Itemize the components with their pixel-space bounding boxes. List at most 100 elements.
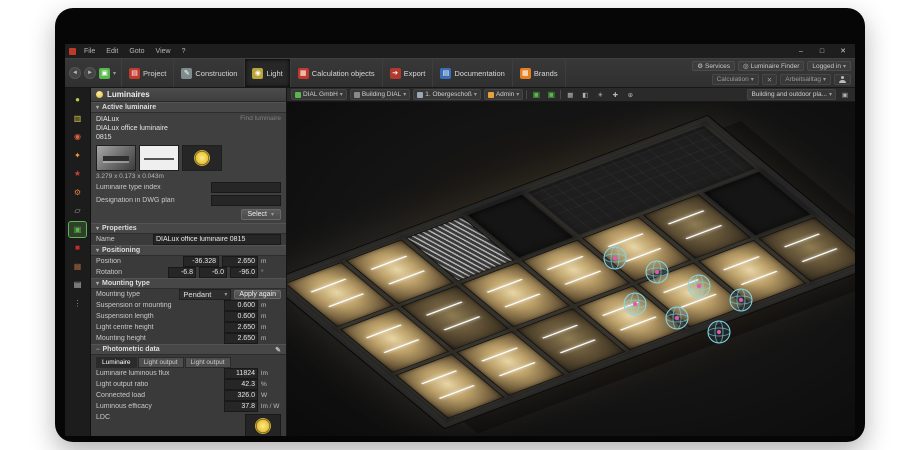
luminaire-select-icon[interactable]: ▣ <box>68 220 87 238</box>
daylight-icon[interactable]: ☀ <box>594 89 606 100</box>
fullscreen-icon[interactable]: ▣ <box>839 89 851 100</box>
forward-icon[interactable]: ► <box>84 67 96 79</box>
scene-icon[interactable]: ✦ <box>69 148 86 163</box>
minimize-button[interactable]: – <box>793 48 809 55</box>
wrench-icon[interactable]: ⚙ <box>69 185 86 200</box>
connected-load-label: Connected load <box>96 392 146 400</box>
measure-icon[interactable]: ▱ <box>69 203 86 218</box>
luminaire-finder-label: Luminaire Finder <box>750 62 800 70</box>
properties-header[interactable]: ▾ Properties <box>91 223 286 235</box>
building-dropdown[interactable]: Building DIAL ▾ <box>349 89 411 100</box>
tab-construction[interactable]: ✎ Construction <box>174 59 246 87</box>
documentation-label: Documentation <box>454 68 505 78</box>
luminaire-finder-button[interactable]: ◎ Luminaire Finder <box>737 61 805 71</box>
home-caret-icon[interactable]: ▾ <box>113 70 116 77</box>
calculation-dropdown[interactable]: Calculation ▾ <box>711 74 759 85</box>
find-luminaire-link[interactable]: Find luminaire <box>240 115 281 142</box>
grid-view-icon[interactable]: ▦ <box>564 89 576 100</box>
mounting-type-dropdown[interactable]: Pendant ▾ <box>179 289 232 301</box>
tab-light-output-1[interactable]: Light output <box>137 357 184 369</box>
layer-toggle-2-icon[interactable]: ▣ <box>545 89 557 100</box>
mounting-type-value: Pendant <box>183 290 212 300</box>
luminaire-drawing-thumbnail[interactable] <box>139 145 179 172</box>
photometric-tabs: Luminaire Light output Light output <box>91 355 286 369</box>
tab-luminaire[interactable]: Luminaire <box>96 357 137 369</box>
menu-goto[interactable]: Goto <box>126 48 147 55</box>
favorite-icon[interactable]: ★ <box>69 166 86 181</box>
section-view-icon[interactable]: ◧ <box>579 89 591 100</box>
apply-again-button[interactable]: Apply again <box>234 290 281 300</box>
project-home-icon[interactable]: ▣ <box>99 67 110 79</box>
tab-light[interactable]: ◉ Light <box>245 59 291 87</box>
building-icon <box>353 91 360 98</box>
more-icon[interactable]: ⋮ <box>69 296 86 311</box>
box-icon[interactable]: ▦ <box>69 259 86 274</box>
documentation-button[interactable]: ▤ Documentation <box>433 59 513 87</box>
luminaire-ldc-thumbnail[interactable] <box>182 145 222 172</box>
mounting-height-input[interactable] <box>224 333 258 345</box>
rotation-z-input[interactable] <box>230 267 258 279</box>
documentation-icon: ▤ <box>440 67 452 79</box>
menu-view[interactable]: View <box>153 48 174 55</box>
name-input[interactable] <box>153 234 281 246</box>
control-row: Calculation ▾ ✕ Arbeitsalltag ▾ <box>692 74 851 85</box>
maximize-button[interactable]: □ <box>814 48 830 55</box>
context-bar: DIAL GmbH ▾ Building DIAL ▾ 1. Obergesch… <box>287 88 855 102</box>
rotation-y-input[interactable] <box>199 267 227 279</box>
light-centre-height-input[interactable] <box>224 322 258 334</box>
tab-light-output-2[interactable]: Light output <box>184 357 231 369</box>
palette-icon[interactable]: ▥ <box>69 111 86 126</box>
floor-dropdown[interactable]: 1. Obergeschoß ▾ <box>413 89 481 100</box>
logged-in-button[interactable]: Logged in ▾ <box>807 61 851 71</box>
workspace-dropdown[interactable]: Arbeitsalltag ▾ <box>780 74 831 85</box>
viewport-3d[interactable] <box>287 102 855 436</box>
menu-edit[interactable]: Edit <box>103 48 121 55</box>
menu-help[interactable]: ? <box>179 48 189 55</box>
back-icon[interactable]: ◄ <box>69 67 81 79</box>
user-button[interactable] <box>834 74 851 85</box>
luminaire-photo-thumbnail[interactable] <box>96 145 136 172</box>
dwg-input[interactable] <box>211 195 281 207</box>
services-button[interactable]: ⚙ Services <box>692 61 735 71</box>
panel-title: Luminaires <box>91 88 286 102</box>
clear-button[interactable]: ✕ <box>761 74 778 85</box>
position-z-input[interactable] <box>222 256 258 268</box>
brands-button[interactable]: ▦ Brands <box>513 59 566 87</box>
led-icon[interactable]: ◉ <box>69 129 86 144</box>
layer-toggle-1-icon[interactable]: ▣ <box>530 89 542 100</box>
view-mode-dropdown[interactable]: Building and outdoor pla... ▾ <box>747 89 836 100</box>
export-button[interactable]: ➔ Export <box>383 59 434 87</box>
edit-icon[interactable]: ✎ <box>275 346 281 354</box>
position-x-input[interactable] <box>183 256 219 268</box>
luminaire-dimensions: 3.279 x 0.173 x 0.043m <box>96 173 164 181</box>
add-icon[interactable]: ✚ <box>609 89 621 100</box>
user-profile-dropdown[interactable]: Admin ▾ <box>483 89 524 100</box>
close-button[interactable]: ✕ <box>835 47 851 55</box>
tab-light-label: Light <box>266 68 283 78</box>
target-icon[interactable]: ⊕ <box>624 89 636 100</box>
site-label: DIAL GmbH <box>303 91 338 98</box>
export-label: Export <box>403 68 426 78</box>
positioning-header[interactable]: ▾ Positioning <box>91 245 286 257</box>
suspension-mounting-input[interactable] <box>224 300 258 312</box>
suspension-length-input[interactable] <box>224 311 258 323</box>
rotation-x-input[interactable] <box>168 267 196 279</box>
calculation-objects-button[interactable]: ▦ Calculation objects <box>291 59 383 87</box>
mounting-header[interactable]: ▾ Mounting type <box>91 278 286 290</box>
bulb-icon[interactable]: ● <box>69 92 86 107</box>
mounting-label: Mounting type <box>102 280 150 288</box>
sheet-icon[interactable]: ▤ <box>69 277 86 292</box>
type-index-input[interactable] <box>211 182 281 194</box>
titlebar: File Edit Goto View ? – □ ✕ <box>65 44 855 58</box>
unit-label: m <box>261 302 267 310</box>
active-luminaire-header[interactable]: ▾ Active luminaire <box>91 102 286 113</box>
position-label: Position <box>96 258 121 266</box>
menu-file[interactable]: File <box>81 48 98 55</box>
photometric-header[interactable]: − Photometric data ✎ <box>91 344 286 356</box>
ldc-preview[interactable] <box>245 414 281 436</box>
site-dropdown[interactable]: DIAL GmbH ▾ <box>291 89 347 100</box>
connected-load-value <box>224 390 258 402</box>
select-button[interactable]: Select ▾ <box>240 209 281 221</box>
stop-icon[interactable]: ■ <box>69 240 86 255</box>
tab-project[interactable]: ▤ Project <box>122 59 175 87</box>
